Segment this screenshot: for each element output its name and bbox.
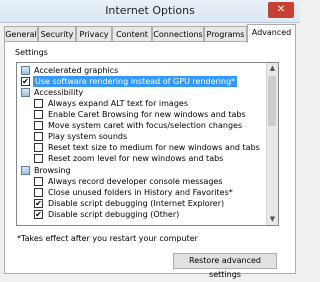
- tab-connections[interactable]: Connections: [152, 26, 204, 41]
- setting-label: Move system caret with focus/selection c…: [48, 121, 243, 130]
- restore-advanced-settings-button[interactable]: Restore advanced settings: [173, 253, 277, 279]
- category-label: Accessibility: [34, 88, 84, 97]
- scroll-up-icon[interactable]: ▲: [267, 63, 278, 74]
- restart-footnote: *Takes effect after you restart your com…: [17, 234, 198, 243]
- advanced-panel: Settings Accelerated graphics ✔ Use soft…: [4, 41, 296, 279]
- setting-label: Use software rendering instead of GPU re…: [33, 76, 238, 87]
- checkbox[interactable]: [34, 99, 43, 108]
- window-title: Internet Options: [105, 4, 195, 17]
- settings-label: Settings: [15, 48, 48, 57]
- checkbox[interactable]: [34, 121, 43, 130]
- tab-security[interactable]: Security: [38, 26, 76, 41]
- setting-label: Disable script debugging (Other): [48, 210, 180, 219]
- vertical-scrollbar[interactable]: ▲ ▼: [266, 63, 278, 225]
- checkbox[interactable]: [34, 110, 43, 119]
- category-label: Accelerated graphics: [34, 66, 119, 75]
- setting-label: Reset zoom level for new windows and tab…: [48, 154, 224, 163]
- scroll-down-icon[interactable]: ▼: [267, 214, 278, 225]
- checkbox-checked[interactable]: ✔: [21, 77, 30, 86]
- category-icon: [21, 166, 30, 175]
- setting-label: Always record developer console messages: [48, 177, 223, 186]
- scrollbar-thumb[interactable]: [268, 76, 276, 126]
- tab-content[interactable]: Content: [112, 26, 152, 41]
- setting-label: Close unused folders in History and Favo…: [48, 188, 233, 197]
- setting-label: Disable script debugging (Internet Explo…: [48, 199, 225, 208]
- checkbox[interactable]: [34, 177, 43, 186]
- setting-label: Always expand ALT text for images: [48, 99, 188, 108]
- tab-privacy[interactable]: Privacy: [76, 26, 112, 41]
- settings-tree[interactable]: Accelerated graphics ✔ Use software rend…: [16, 62, 279, 226]
- checkbox[interactable]: [34, 188, 43, 197]
- tab-programs[interactable]: Programs: [204, 26, 247, 41]
- tab-advanced[interactable]: Advanced: [247, 24, 296, 43]
- setting-label: Play system sounds: [48, 132, 128, 141]
- checkbox-checked[interactable]: ✔: [34, 199, 43, 208]
- close-button[interactable]: ✕: [268, 2, 294, 18]
- checkbox[interactable]: [34, 143, 43, 152]
- setting-label: Enable Caret Browsing for new windows an…: [48, 110, 246, 119]
- title-bar: Internet Options ✕: [0, 0, 300, 23]
- setting-label: Reset text size to medium for new window…: [48, 143, 260, 152]
- checkbox-checked[interactable]: ✔: [34, 210, 43, 219]
- tab-general[interactable]: General: [4, 26, 38, 41]
- category-icon: [21, 88, 30, 97]
- tab-strip: General Security Privacy Content Connect…: [4, 24, 296, 43]
- checkbox[interactable]: [34, 132, 43, 141]
- category-icon: [21, 66, 30, 75]
- checkbox[interactable]: [34, 154, 43, 163]
- category-label: Browsing: [34, 166, 71, 175]
